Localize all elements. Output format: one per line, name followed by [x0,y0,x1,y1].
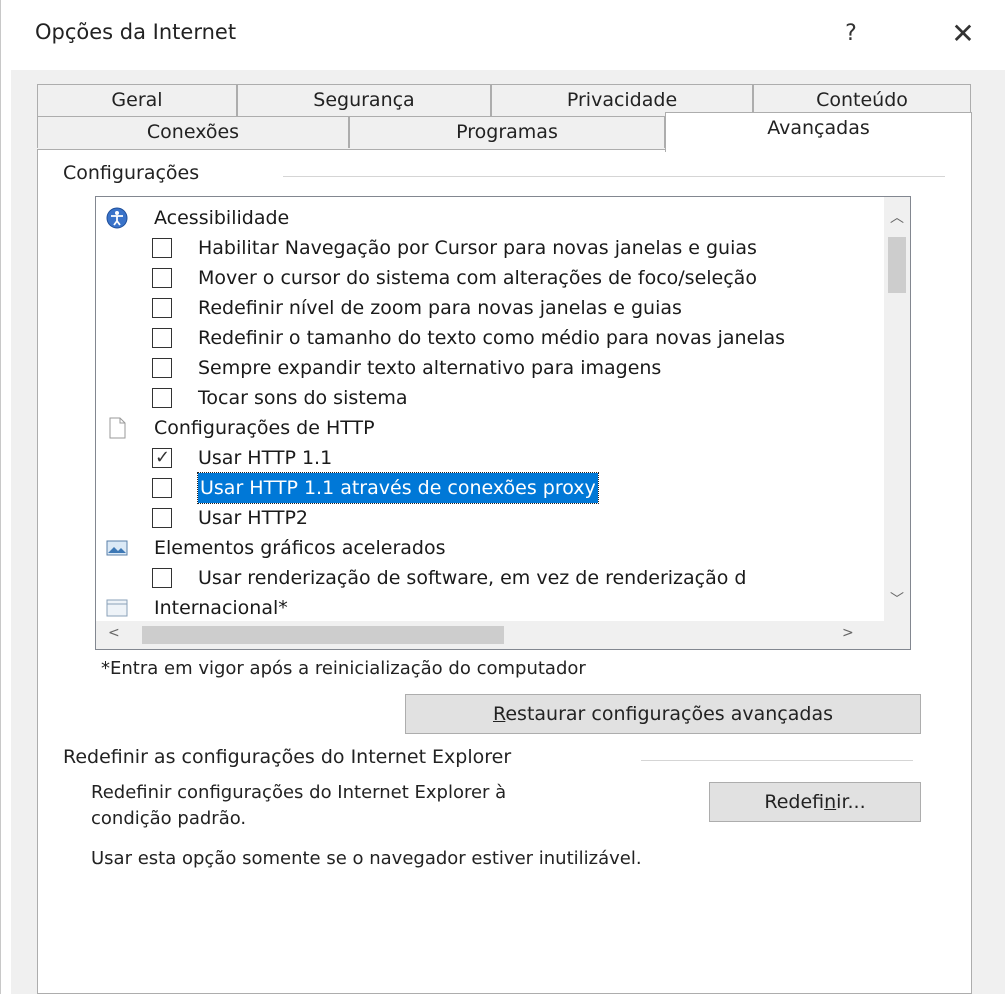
dialog-title: Opções da Internet [35,20,237,44]
vertical-scrollbar[interactable]: ︿ ﹀ [884,197,910,621]
button-label: estaurar configurações avançadas [505,703,833,725]
option-label: Habilitar Navegação por Cursor para nova… [198,237,757,259]
group-divider [283,176,945,177]
horizontal-scroll-thumb[interactable] [142,626,504,644]
accessibility-icon [106,207,128,229]
reset-warning: Usar esta opção somente se o navegador e… [91,848,642,869]
checkbox[interactable] [152,268,172,288]
reset-description-line2: condição padrão. [91,808,247,829]
tab-seguranca[interactable]: Segurança [237,84,491,116]
tab-conexoes[interactable]: Conexões [37,116,349,148]
checkbox[interactable] [152,238,172,258]
settings-list: Acessibilidade Habilitar Navegação por Cu… [96,197,886,621]
vertical-scroll-thumb[interactable] [888,237,906,293]
button-label: Redefi [764,791,825,813]
checkbox[interactable] [152,328,172,348]
checkbox[interactable] [152,358,172,378]
graphics-icon [106,537,128,559]
help-button[interactable]: ? [831,14,871,54]
category-label: Acessibilidade [154,207,290,229]
option-label: Sempre expandir texto alternativo para i… [198,357,662,379]
option-label: Redefinir o tamanho do texto como médio … [198,327,786,349]
checked-checkbox[interactable]: ✓ [152,447,172,468]
page-icon [106,417,128,439]
scroll-corner [884,621,910,649]
tab-label: Programas [456,121,558,143]
tab-avancadas[interactable]: Avançadas [665,112,972,152]
settings-group-label: Configurações [63,162,206,184]
button-label: ir... [836,791,866,813]
settings-listbox[interactable]: Acessibilidade Habilitar Navegação por Cu… [95,196,911,650]
checkbox[interactable] [152,508,172,528]
option-label: Usar renderização de software, em vez de… [198,567,747,589]
checkbox[interactable] [152,478,172,498]
option-label: Mover o cursor do sistema com alterações… [198,267,757,289]
checkbox[interactable] [152,388,172,408]
tab-label: Conexões [146,121,240,143]
restore-advanced-button[interactable]: Restaurar configurações avançadas [405,694,921,734]
tab-label: Conteúdo [816,89,908,111]
scroll-right-icon[interactable]: > [842,625,854,641]
close-button[interactable]: ✕ [941,14,985,54]
category-label: Elementos gráficos acelerados [154,537,446,559]
horizontal-scrollbar[interactable]: < > [96,621,886,649]
tab-label: Geral [111,89,163,111]
option-label: Usar HTTP2 [198,507,309,529]
internet-options-dialog: Opções da Internet ? ✕ Geral Segurança P… [0,0,1005,994]
scroll-left-icon[interactable]: < [108,625,120,641]
tab-geral[interactable]: Geral [37,84,237,116]
tab-label: Avançadas [767,117,870,139]
reset-group-label: Redefinir as configurações do Internet E… [63,746,518,768]
tab-programas[interactable]: Programas [349,116,665,148]
option-label: Usar HTTP 1.1 [198,447,333,469]
option-label: Tocar sons do sistema [198,387,408,409]
scroll-up-icon[interactable]: ︿ [890,207,904,227]
reset-button[interactable]: Redefinir... [709,782,921,822]
tab-label: Segurança [313,89,415,111]
category-label: Internacional* [154,597,288,619]
tab-label: Privacidade [566,89,678,111]
category-label: Configurações de HTTP [154,417,375,439]
title-bar: Opções da Internet ? ✕ [1,0,1005,70]
restart-note: *Entra em vigor após a reinicialização d… [101,658,586,679]
group-divider [641,760,913,761]
option-label: Redefinir nível de zoom para novas janel… [198,297,682,319]
accelerator-key: R [493,703,506,725]
option-label: Usar HTTP 1.1 através de conexões proxy [197,472,599,504]
checkmark-icon: ✓ [155,447,171,468]
accelerator-key: n [824,791,837,813]
international-icon [106,597,128,619]
checkbox[interactable] [152,298,172,318]
reset-description-line1: Redefinir configurações do Internet Expl… [91,782,507,803]
checkbox[interactable] [152,568,172,588]
scroll-down-icon[interactable]: ﹀ [890,589,904,609]
